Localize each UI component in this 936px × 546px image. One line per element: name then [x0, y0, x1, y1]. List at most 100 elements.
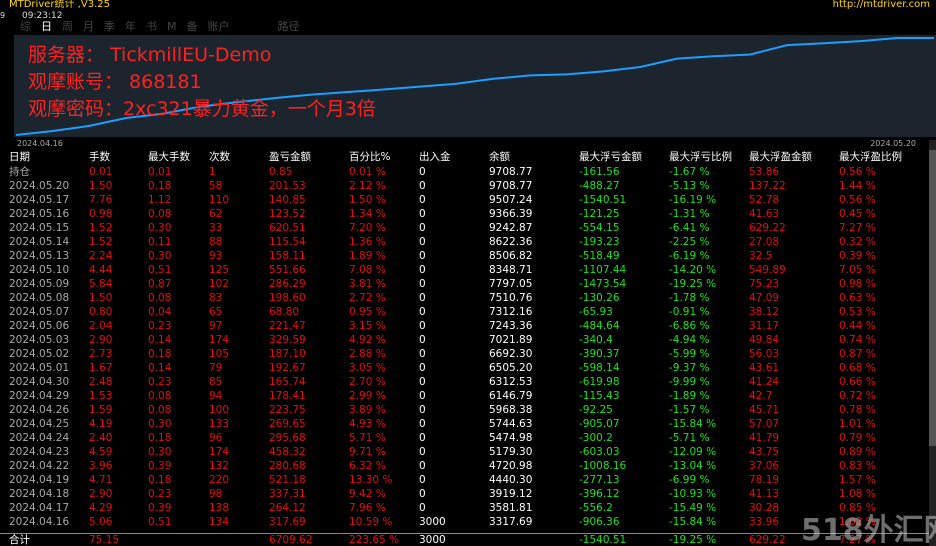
- cell-3: 98: [209, 488, 223, 500]
- tab-4[interactable]: 季: [104, 19, 115, 35]
- cell-6: 0: [419, 292, 426, 304]
- cell-9: -6.41 %: [669, 222, 710, 234]
- cell-5: 223.65 %: [349, 534, 400, 546]
- cell-5: 3.15 %: [349, 320, 386, 332]
- cell-10: 75.23: [749, 278, 780, 290]
- table-row: 2024.05.14 1.52 0.11 88 115.54 1.36 % 0 8622.36…: [9, 235, 935, 249]
- tab-2[interactable]: 周: [62, 19, 73, 35]
- cell-2: 0.39: [148, 460, 172, 472]
- tab-bar: 综日周月季年书 M 备账户 路径: [20, 19, 310, 35]
- cell-3: 110: [209, 194, 230, 206]
- cell-10: 30.28: [749, 502, 780, 514]
- cell-1: 1.52: [89, 222, 113, 234]
- cell-10: 43.61: [749, 362, 780, 374]
- cell-0: 2024.04.25: [9, 418, 70, 430]
- cell-10: 53.86: [749, 166, 780, 178]
- cell-8: -484.64: [579, 320, 620, 332]
- table-row: 2024.05.03 2.90 0.14 174 329.59 4.92 % 0 7021.8…: [9, 333, 935, 347]
- cell-6: 0: [419, 222, 426, 234]
- cell-6: 0: [419, 362, 426, 374]
- cell-10: 52.78: [749, 194, 780, 206]
- cell-5: 1.89 %: [349, 250, 386, 262]
- cell-5: 3.89 %: [349, 404, 386, 416]
- cell-7: 4720.98: [489, 460, 533, 472]
- cell-3: 65: [209, 306, 223, 318]
- cell-9: -13.04 %: [669, 460, 717, 472]
- cell-7: 9507.24: [489, 194, 533, 206]
- cell-9: -1.57 %: [669, 404, 710, 416]
- cell-9: -14.20 %: [669, 264, 717, 276]
- cell-1: 2.90: [89, 334, 113, 346]
- tab-5[interactable]: 年: [125, 19, 136, 35]
- cell-4: 221.47: [269, 320, 306, 332]
- cell-7: 5744.63: [489, 418, 533, 430]
- cell-11: 0.56 %: [839, 166, 876, 178]
- cell-4: 201.53: [269, 180, 306, 192]
- tab-7[interactable]: M: [167, 19, 177, 35]
- website-link[interactable]: http://mtdriver.com: [833, 0, 930, 11]
- cell-10: 33.96: [749, 516, 780, 528]
- cell-10: 41.63: [749, 208, 780, 220]
- tab-0[interactable]: 综: [20, 19, 31, 35]
- table-row: 2024.04.24 2.40 0.18 96 295.68 5.71 % 0 5474.98…: [9, 431, 935, 445]
- cell-11: 1.57 %: [839, 474, 876, 486]
- tab-9[interactable]: 账户: [208, 19, 230, 35]
- cell-10: 45.71: [749, 404, 780, 416]
- cell-8: -1540.51: [579, 194, 627, 206]
- cell-2: 0.39: [148, 502, 172, 514]
- cell-10: 78.19: [749, 474, 780, 486]
- cell-8: -396.12: [579, 488, 620, 500]
- cell-3: 93: [209, 250, 223, 262]
- cell-5: 6.32 %: [349, 460, 386, 472]
- cell-2: 0.18: [148, 348, 172, 360]
- cell-7: 5968.38: [489, 404, 533, 416]
- cell-0: 2024.04.29: [9, 390, 70, 402]
- cell-1: 0.80: [89, 306, 113, 318]
- cell-0: 2024.04.17: [9, 502, 70, 514]
- cell-10: 47.09: [749, 292, 780, 304]
- cell-9: -1.78 %: [669, 292, 710, 304]
- table-row: 2024.05.20 1.50 0.18 58 201.53 2.12 % 0 9708.77…: [9, 179, 935, 193]
- scrollbar-thumb[interactable]: [929, 150, 936, 446]
- tab-3[interactable]: 月: [83, 19, 94, 35]
- cell-4: 223.75: [269, 404, 306, 416]
- tab-6[interactable]: 书: [146, 19, 157, 35]
- cell-1: 1.59: [89, 404, 113, 416]
- cell-1: 2.04: [89, 320, 113, 332]
- cell-10: 43.75: [749, 446, 780, 458]
- cell-8: -130.26: [579, 292, 620, 304]
- cell-2: 0.18: [148, 432, 172, 444]
- cell-6: 0: [419, 390, 426, 402]
- table-row: 2024.05.08 1.50 0.08 83 198.60 2.72 % 0 7510.76…: [9, 291, 935, 305]
- cell-4: 6709.62: [269, 534, 313, 546]
- app-title: MTDriver统计 ,V3.25: [9, 0, 110, 10]
- cell-11: 1.01 %: [839, 418, 876, 430]
- cell-0: 2024.04.19: [9, 474, 70, 486]
- table-header: 日期 手数 最大手数 次数 盈亏金额 百分比% 出入金 余额 最大浮亏金额 最大浮亏比例 最大浮盈金…: [9, 150, 935, 165]
- cell-5: 3.81 %: [349, 278, 386, 290]
- cell-9: -19.25 %: [669, 278, 717, 290]
- tab-8[interactable]: 备: [187, 19, 198, 35]
- cell-6: 0: [419, 278, 426, 290]
- cell-11: 0.79 %: [839, 432, 876, 444]
- table-row: 2024.04.23 4.59 0.30 174 458.32 9.71 % 0 5179.3…: [9, 445, 935, 459]
- cell-6: 0: [419, 460, 426, 472]
- cell-4: 123.52: [269, 208, 306, 220]
- cell-3: 105: [209, 348, 230, 360]
- cell-8: -300.2: [579, 432, 613, 444]
- cell-3: 79: [209, 362, 223, 374]
- cell-0: 2024.05.08: [9, 292, 70, 304]
- tab-1[interactable]: 日: [41, 19, 52, 35]
- cell-3: 58: [209, 180, 223, 192]
- cell-5: 百分比%: [349, 151, 391, 163]
- cell-2: 0.51: [148, 264, 172, 276]
- cell-11: 0.44 %: [839, 320, 876, 332]
- cell-9: -19.25 %: [669, 534, 717, 546]
- tab-10[interactable]: 路径: [278, 19, 300, 35]
- cell-5: 5.71 %: [349, 432, 386, 444]
- cell-1: 0.01: [89, 166, 113, 178]
- total-row: 合计 75.15 6709.62 223.65 % 3000 -1540.51 -19.25…: [9, 533, 935, 546]
- cell-0: 2024.04.26: [9, 404, 70, 416]
- cell-7: 4440.30: [489, 474, 533, 486]
- cell-11: 0.53 %: [839, 306, 876, 318]
